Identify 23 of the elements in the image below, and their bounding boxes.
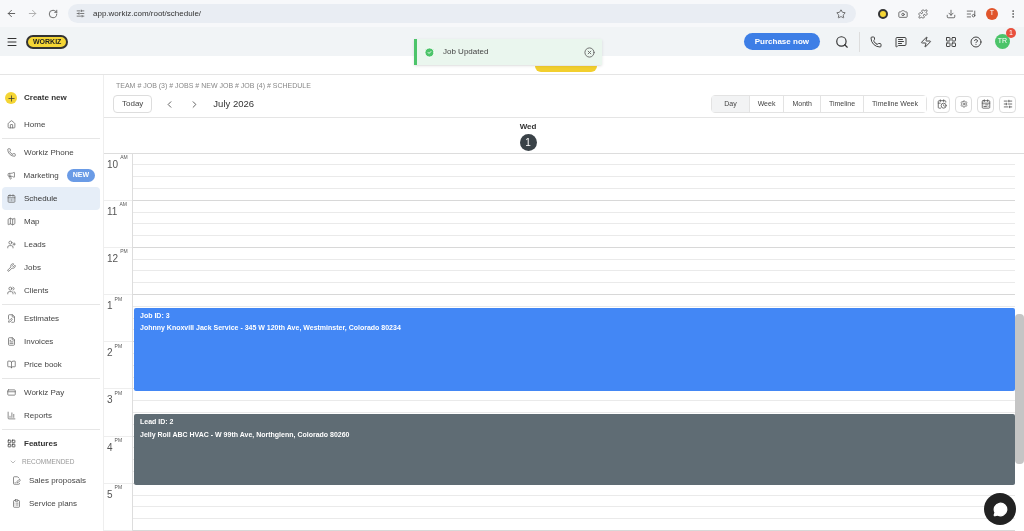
today-button[interactable]: Today — [113, 95, 153, 114]
sidebar-item[interactable]: Workiz Pay — [2, 381, 100, 404]
purchase-now-button[interactable]: Purchase now — [743, 33, 820, 50]
create-new-button[interactable]: Create new — [2, 90, 100, 106]
sidebar-item[interactable]: Leads — [2, 233, 100, 256]
sidebar-item[interactable]: Price book — [2, 353, 100, 376]
sidebar-item[interactable]: Sales proposals — [2, 469, 100, 492]
toast-message: Job Updated — [443, 46, 490, 58]
sidebar-item[interactable]: Jobs — [2, 256, 100, 279]
month-title: July 2026 — [213, 97, 255, 112]
sidebar-item[interactable]: Service plans — [2, 492, 100, 515]
address-bar[interactable]: app.workiz.com/root/schedule/ — [68, 4, 856, 23]
sidebar-item[interactable]: Estimates — [2, 307, 100, 330]
sidebar-item[interactable]: Home — [2, 113, 100, 136]
features-header[interactable]: Features — [2, 432, 100, 455]
sidebar-item[interactable]: Reports — [2, 404, 100, 427]
sidebar-item[interactable]: Clients — [2, 279, 100, 302]
sidebar-item[interactable]: Map — [2, 210, 100, 233]
url-text: app.workiz.com/root/schedule/ — [93, 7, 202, 20]
sidebar-item[interactable]: Invoices — [2, 330, 100, 353]
sidebar-item[interactable]: Workiz Phone — [2, 141, 100, 164]
weekday-label: Wed — [519, 121, 537, 134]
sidebar-item[interactable]: Schedule — [2, 187, 100, 210]
